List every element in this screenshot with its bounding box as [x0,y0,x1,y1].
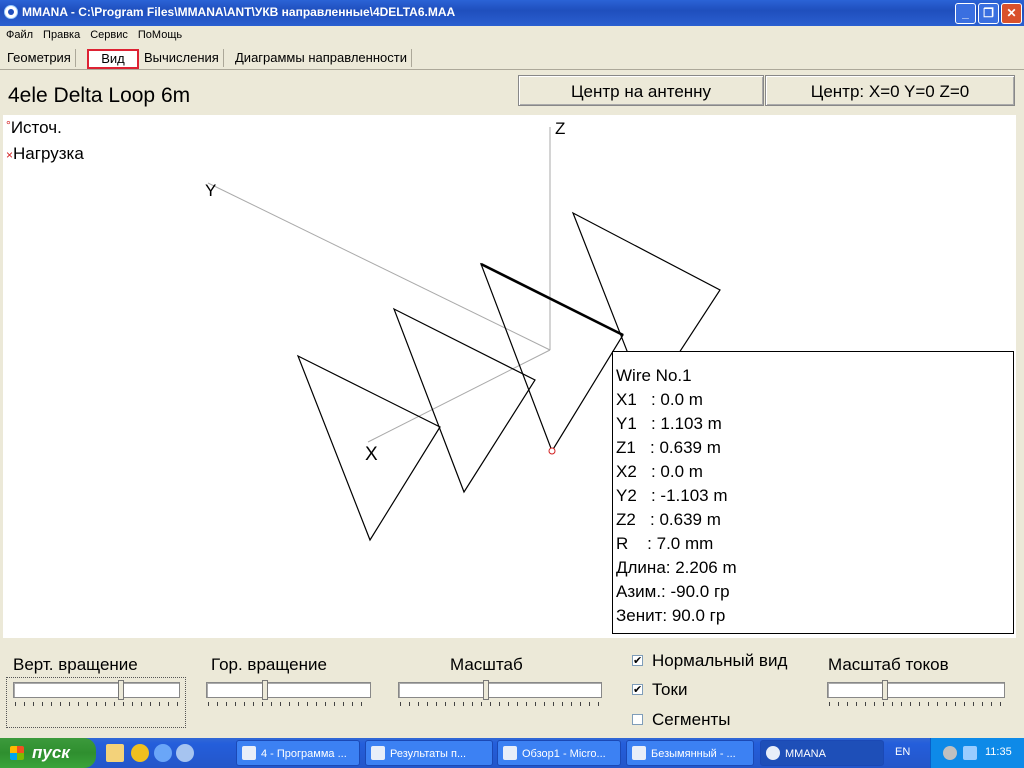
tab-calculations[interactable]: Вычисления [140,49,224,67]
tab-view[interactable]: Вид [87,49,139,69]
taskbar-word-icon [503,746,517,760]
current-scale-thumb[interactable] [882,680,889,700]
title-bar[interactable]: MMANA - C:\Program Files\MMANA\ANT\УКВ н… [0,0,1024,26]
scale-label: Масштаб [450,655,523,674]
wire-info-y1: Y1 : 1.103 m [616,414,722,433]
app-icon[interactable] [4,5,18,19]
taskbar-item-label: 4 - Программа ... [261,748,347,760]
hor-rotation-track[interactable] [206,682,371,698]
vert-rotation-thumb[interactable] [117,680,124,700]
center-on-antenna-button[interactable]: Центр на антенну [518,75,764,106]
current-scale-track[interactable] [827,682,1005,698]
system-tray: 11:35 [930,738,1024,768]
loop-element-2 [392,307,536,494]
current-scale-ticks [829,702,1003,706]
wire-info-x2: X2 : 0.0 m [616,462,703,481]
window-title: MMANA - C:\Program Files\MMANA\ANT\УКВ н… [22,5,456,19]
tab-strip: Геометрия Вид Вычисления Диаграммы напра… [0,47,1024,70]
vert-rotation-label: Верт. вращение [13,655,138,674]
tab-patterns[interactable]: Диаграммы направленности [231,49,412,67]
hor-rotation-ticks [208,702,369,706]
legend-source: °Источ. [6,118,62,138]
y-axis-line [207,182,551,351]
taskbar-program-icon [242,746,256,760]
taskbar-item-program[interactable]: 4 - Программа ... [236,740,360,766]
taskbar-paint-icon [632,746,646,760]
x-axis-label: X [365,444,378,465]
segments-label[interactable]: Сегменты [652,710,730,730]
scale-thumb[interactable] [483,680,490,700]
wire-info-zenith: Зенит: 90.0 гр [616,606,726,625]
quicklaunch-mmana-icon[interactable] [131,744,149,762]
quicklaunch-browser-icon[interactable] [176,744,194,762]
taskbar-item-label: MMANA [785,748,826,760]
taskbar-item-mmana[interactable]: MMANA [760,740,884,766]
wire-info-z1: Z1 : 0.639 m [616,438,721,457]
wire-info-azimuth: Азим.: -90.0 гр [616,582,730,601]
menu-edit[interactable]: Правка [37,26,84,41]
wire-info-x1: X1 : 0.0 m [616,390,703,409]
taskbar-item-label: Безымянный - ... [651,748,736,760]
taskbar-item-label: Результаты п... [390,748,467,760]
close-button[interactable]: ✕ [1001,3,1022,24]
taskbar-item-paint[interactable]: Безымянный - ... [626,740,754,766]
vert-rotation-slider[interactable] [13,680,180,706]
wire-info-panel: Wire No.1 X1 : 0.0 m Y1 : 1.103 m Z1 : 0… [612,351,1014,634]
taskbar-item-label: Обзор1 - Micro... [522,748,606,760]
start-label: пуск [32,743,70,762]
x-axis-line [367,349,551,443]
scale-slider[interactable] [398,680,602,706]
wire-info-y2: Y2 : -1.103 m [616,486,728,505]
tab-geometry[interactable]: Геометрия [3,49,76,67]
quicklaunch-ie-icon[interactable] [154,744,172,762]
currents-checkbox[interactable]: ✔ [632,684,643,696]
vert-rotation-ticks [15,702,178,706]
wire-info-z2: Z2 : 0.639 m [616,510,721,529]
normal-view-checkbox[interactable]: ✔ [632,655,643,667]
wire-info-length: Длина: 2.206 m [616,558,737,577]
legend-load: ×Нагрузка [6,144,84,164]
scale-ticks [400,702,600,706]
wire-info-title: Wire No.1 [616,366,692,385]
taskbar-item-results[interactable]: Результаты п... [365,740,493,766]
language-indicator[interactable]: EN [895,746,910,758]
menu-bar: Файл Правка Сервис ПоМощь [0,26,1024,46]
selected-wire-1[interactable] [480,262,624,337]
menu-service[interactable]: Сервис [84,26,132,41]
source-marker-icon [548,447,556,455]
hor-rotation-slider[interactable] [206,680,371,706]
vert-rotation-track[interactable] [13,682,180,698]
hor-rotation-thumb[interactable] [261,680,268,700]
quicklaunch-explorer-icon[interactable] [106,744,124,762]
windows-logo-icon [10,746,24,760]
taskbar-item-word[interactable]: Обзор1 - Micro... [497,740,621,766]
taskbar-mmana-icon [766,746,780,760]
wire-info-radius: R : 7.0 mm [616,534,714,553]
tray-speaker-icon[interactable] [943,746,957,760]
z-axis-label: Z [555,119,565,138]
taskbar-document-icon [371,746,385,760]
antenna-name: 4ele Delta Loop 6m [8,84,191,107]
load-legend-icon: × [6,148,14,162]
current-scale-label: Масштаб токов [828,655,949,674]
menu-file[interactable]: Файл [0,26,37,41]
load-legend-label: Нагрузка [13,144,84,163]
minimize-button[interactable]: _ [955,3,976,24]
hor-rotation-label: Гор. вращение [211,655,327,674]
y-axis-label: Y [205,181,216,200]
normal-view-label[interactable]: Нормальный вид [652,651,787,671]
currents-label[interactable]: Токи [652,680,687,700]
source-legend-label: Источ. [10,118,62,137]
maximize-button[interactable]: ❐ [978,3,999,24]
tray-network-icon[interactable] [963,746,977,760]
menu-help[interactable]: ПоМощь [132,26,186,41]
current-scale-slider[interactable] [827,680,1005,706]
clock: 11:35 [985,746,1012,758]
segments-checkbox[interactable] [632,714,643,725]
loop-element-3 [479,262,624,453]
start-button[interactable]: пуск [0,738,96,768]
scale-track[interactable] [398,682,602,698]
center-readout-button[interactable]: Центр: X=0 Y=0 Z=0 [765,75,1015,106]
